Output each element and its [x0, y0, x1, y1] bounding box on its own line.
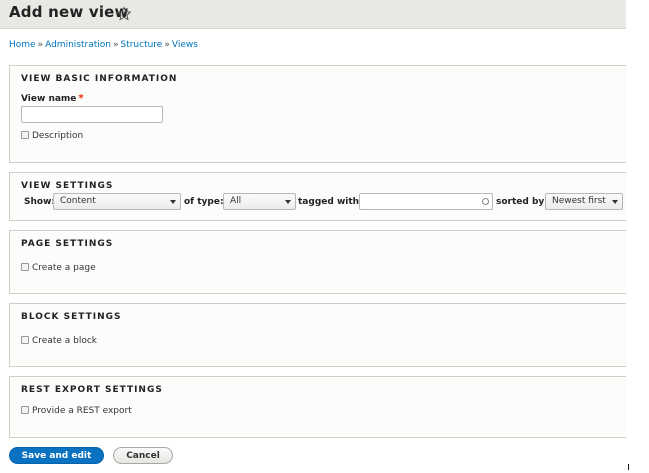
show-select-value: Content	[60, 196, 96, 206]
fieldset-legend: PAGE SETTINGS	[21, 239, 114, 249]
breadcrumb-separator: »	[164, 40, 170, 50]
chevron-down-icon	[612, 200, 618, 204]
rest-export-settings-fieldset: REST EXPORT SETTINGS Provide a REST expo…	[9, 376, 626, 438]
description-checkbox[interactable]	[21, 131, 29, 139]
create-block-checkbox[interactable]	[21, 336, 29, 344]
star-icon[interactable]	[116, 6, 132, 22]
breadcrumb-views-link[interactable]: Views	[172, 40, 198, 50]
show-select[interactable]: Content	[53, 193, 181, 210]
view-name-label: View name *	[21, 93, 84, 104]
view-name-input[interactable]	[21, 106, 163, 123]
breadcrumb-home-link[interactable]: Home	[9, 40, 36, 50]
view-settings-fieldset: VIEW SETTINGS Show: Content of type: All…	[9, 172, 626, 221]
breadcrumb-separator: »	[37, 40, 44, 50]
fieldset-legend: VIEW BASIC INFORMATION	[21, 74, 178, 84]
create-page-label[interactable]: Create a page	[32, 263, 96, 273]
breadcrumb: Home» Administration» Structure» Views	[9, 40, 198, 50]
breadcrumb-structure-link[interactable]: Structure	[120, 40, 162, 50]
fieldset-legend: BLOCK SETTINGS	[21, 312, 122, 322]
tagged-with-input[interactable]	[359, 193, 493, 210]
page-title: Add new view	[9, 3, 129, 21]
create-page-checkbox[interactable]	[21, 263, 29, 271]
save-and-edit-button[interactable]: Save and edit	[9, 447, 104, 464]
fieldset-legend: VIEW SETTINGS	[21, 181, 114, 191]
block-settings-fieldset: BLOCK SETTINGS Create a block	[9, 303, 626, 367]
cursor-mark	[628, 464, 629, 470]
rest-export-label[interactable]: Provide a REST export	[32, 406, 132, 416]
required-marker: *	[78, 93, 84, 104]
of-type-select[interactable]: All	[223, 193, 296, 210]
create-block-label[interactable]: Create a block	[32, 336, 97, 346]
chevron-down-icon	[285, 200, 291, 204]
fieldset-legend: REST EXPORT SETTINGS	[21, 385, 163, 395]
page-header: Add new view	[0, 0, 626, 29]
chevron-down-icon	[170, 200, 176, 204]
tagged-with-label: tagged with:	[298, 197, 363, 207]
page-settings-fieldset: PAGE SETTINGS Create a page	[9, 230, 626, 294]
view-basic-information-fieldset: VIEW BASIC INFORMATION View name * Descri…	[9, 65, 626, 163]
autocomplete-throbber-icon	[482, 198, 489, 205]
description-checkbox-label[interactable]: Description	[32, 131, 83, 141]
of-type-select-value: All	[230, 196, 242, 206]
sorted-by-select-value: Newest first	[552, 196, 606, 206]
of-type-label: of type:	[184, 197, 224, 207]
cancel-button[interactable]: Cancel	[113, 447, 173, 464]
sorted-by-label: sorted by:	[496, 197, 548, 207]
rest-export-checkbox[interactable]	[21, 406, 29, 414]
show-label: Show:	[24, 197, 55, 207]
sorted-by-select[interactable]: Newest first	[545, 193, 623, 210]
breadcrumb-administration-link[interactable]: Administration	[45, 40, 111, 50]
view-name-label-text: View name	[21, 94, 77, 104]
